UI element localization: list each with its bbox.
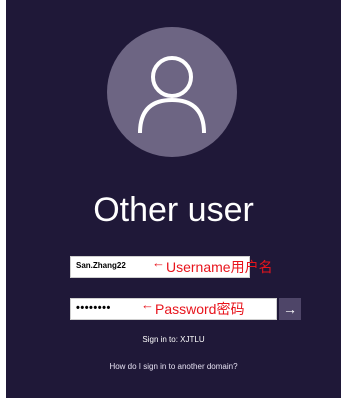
- password-dots: ••••••••: [76, 302, 111, 314]
- username-arrow-annotation: ←: [152, 255, 165, 270]
- display-name: Other user: [93, 191, 254, 229]
- password-arrow-annotation: ←: [141, 297, 154, 312]
- arrow-right-icon: →: [283, 301, 297, 317]
- login-screen: Other user San.Zhang22 ← Username用户名 •••…: [6, 0, 341, 398]
- submit-button[interactable]: →: [279, 298, 301, 320]
- user-avatar: [107, 27, 237, 157]
- other-domain-link[interactable]: How do I sign in to another domain?: [6, 362, 341, 371]
- username-value: San.Zhang22: [76, 261, 126, 270]
- sign-in-domain-text: Sign in to: XJTLU: [142, 335, 205, 344]
- user-silhouette-icon: [138, 56, 206, 134]
- username-annotation: Username用户名: [166, 259, 273, 275]
- password-annotation: Password密码: [155, 301, 245, 317]
